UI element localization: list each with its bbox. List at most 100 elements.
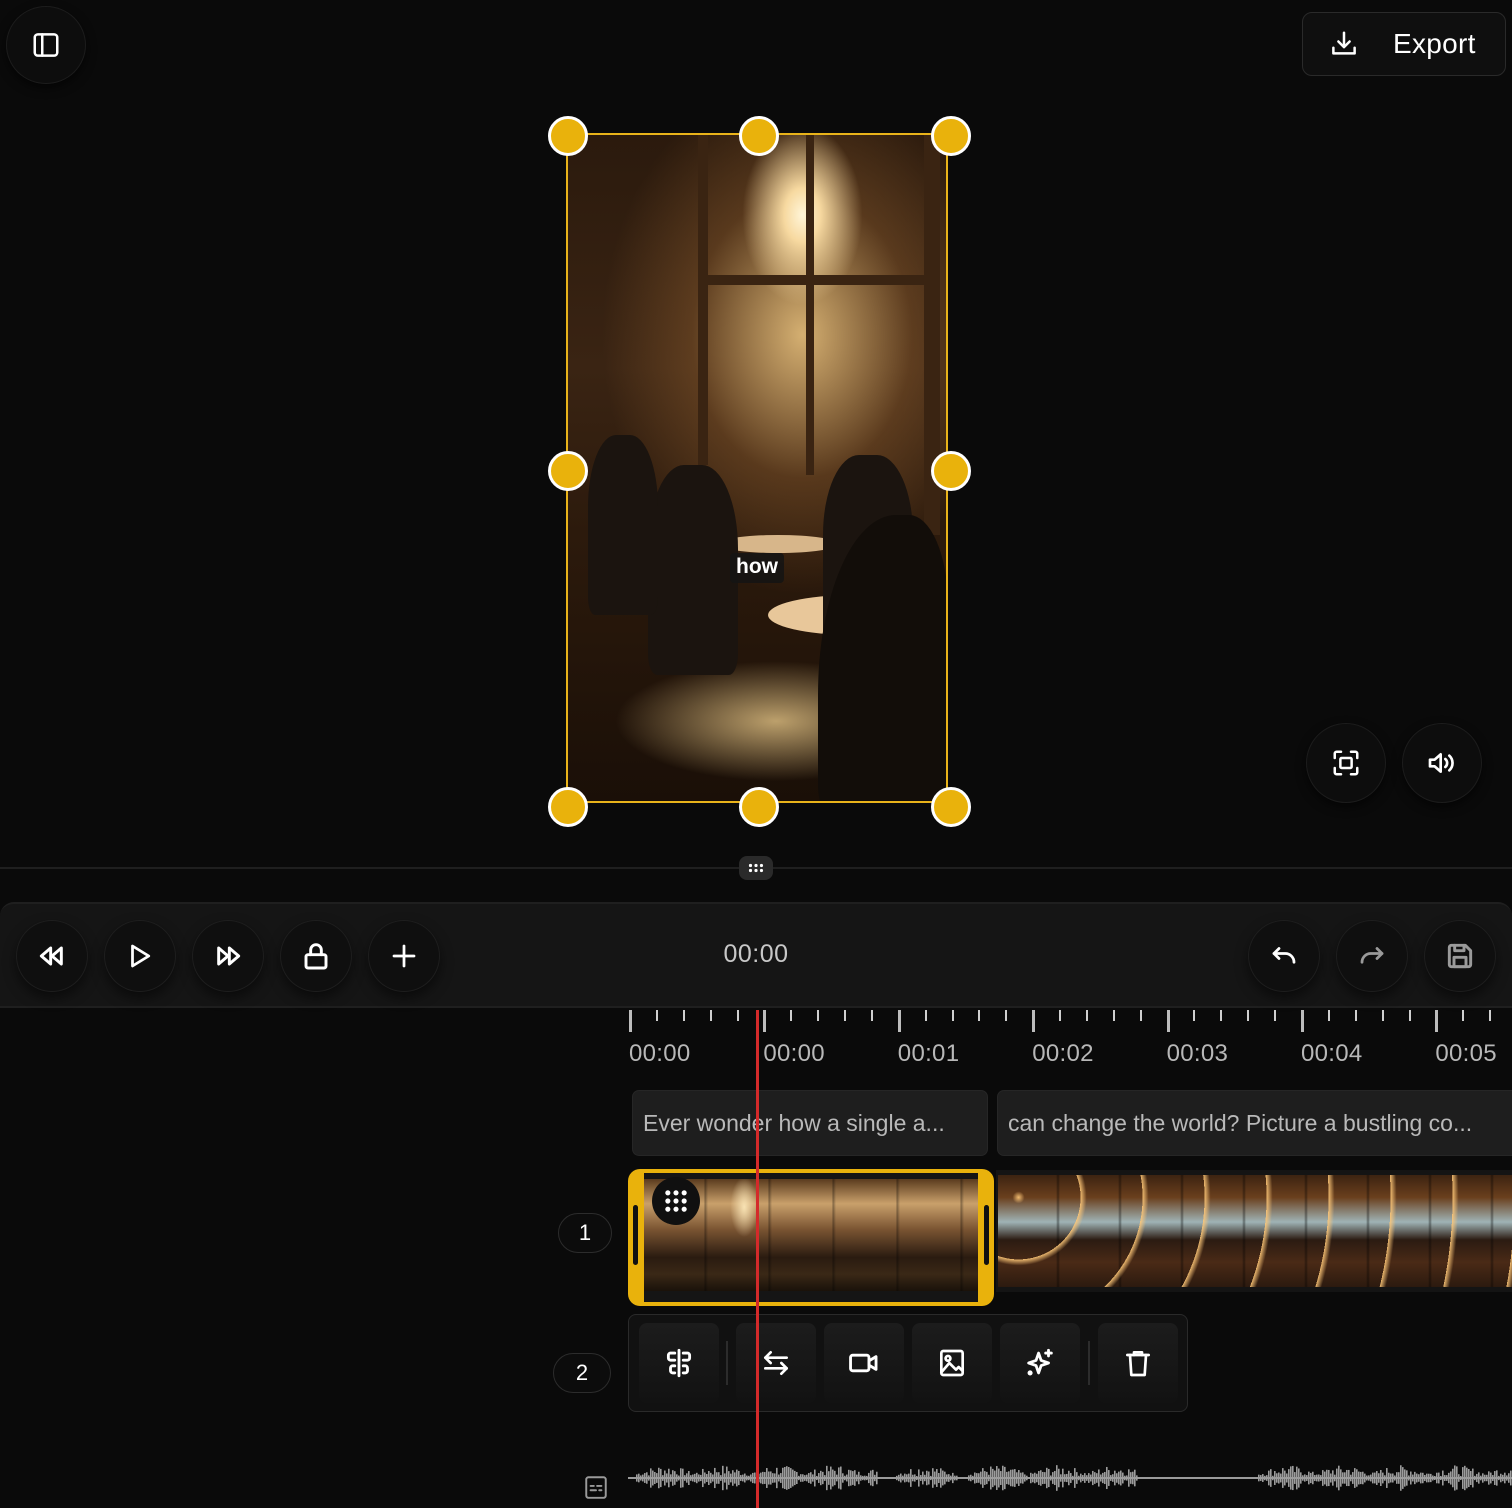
waveform-bar: [1136, 1475, 1138, 1481]
waveform-bar: [716, 1472, 718, 1484]
waveform-bar: [674, 1471, 676, 1485]
waveform-bar: [652, 1470, 654, 1486]
window-mullion: [698, 135, 708, 465]
waveform-bar: [1496, 1470, 1498, 1486]
waveform-bar: [720, 1475, 722, 1481]
waveform-bar: [1458, 1474, 1460, 1482]
ruler-minor-tick: [790, 1010, 793, 1021]
waveform-bar: [1438, 1472, 1440, 1484]
waveform-bar: [704, 1472, 706, 1484]
waveform-bar: [682, 1468, 684, 1488]
caption-overlay[interactable]: how: [730, 553, 784, 583]
waveform-bar: [1072, 1475, 1074, 1481]
split-button[interactable]: [639, 1323, 719, 1403]
volume-button[interactable]: [1402, 723, 1482, 803]
redo-button[interactable]: [1336, 920, 1408, 992]
trim-handle-right[interactable]: [984, 1205, 989, 1265]
waveform-bar: [710, 1472, 712, 1484]
waveform-bar: [846, 1474, 848, 1482]
waveform-bar: [660, 1468, 662, 1488]
waveform-bar: [1334, 1474, 1336, 1482]
waveform-bar: [862, 1475, 864, 1481]
video-button[interactable]: [824, 1323, 904, 1403]
caption-clip[interactable]: can change the world? Picture a bustling…: [997, 1090, 1512, 1156]
swap-button[interactable]: [736, 1323, 816, 1403]
waveform-bar: [1410, 1471, 1412, 1485]
export-button[interactable]: Export: [1302, 12, 1506, 76]
delete-button[interactable]: [1098, 1323, 1178, 1403]
resize-handle-top-center[interactable]: [739, 116, 779, 156]
waveform-bar: [774, 1473, 776, 1483]
ruler-minor-tick: [736, 1010, 739, 1021]
waveform-bar: [938, 1473, 940, 1483]
subtitles-track-button[interactable]: [582, 1474, 610, 1505]
waveform-bar: [1092, 1470, 1094, 1486]
waveform-bar: [1454, 1465, 1456, 1491]
resize-handle-bottom-center[interactable]: [739, 787, 779, 827]
audio-waveform[interactable]: [628, 1452, 1512, 1508]
ruler-tick-label: 00:02: [1032, 1040, 1094, 1067]
waveform-bar: [1474, 1475, 1476, 1481]
video-preview[interactable]: how: [566, 133, 948, 803]
waveform-bar: [1408, 1475, 1410, 1481]
waveform-bar: [918, 1469, 920, 1487]
waveform-bar: [1508, 1473, 1510, 1483]
waveform-bar: [1388, 1472, 1390, 1484]
waveform-bar: [848, 1469, 850, 1487]
waveform-bar: [1128, 1469, 1130, 1487]
undo-icon: [1272, 947, 1296, 964]
waveform-bar: [718, 1472, 720, 1484]
waveform-bar: [968, 1475, 970, 1481]
waveform-bar: [1414, 1471, 1416, 1485]
waveform-bar: [676, 1474, 678, 1482]
waveform-bar: [940, 1468, 942, 1488]
waveform-bar: [688, 1471, 690, 1485]
clip-drag-button[interactable]: [652, 1177, 700, 1225]
waveform-bar: [1436, 1472, 1438, 1484]
waveform-bar: [1360, 1471, 1362, 1485]
waveform-bar: [686, 1473, 688, 1483]
playhead[interactable]: [756, 1010, 759, 1508]
resize-handle-middle-right[interactable]: [931, 451, 971, 491]
waveform-bar: [1062, 1468, 1064, 1488]
waveform-bar: [870, 1470, 872, 1486]
waveform-bar: [702, 1468, 704, 1488]
waveform-bar: [816, 1475, 818, 1481]
ruler-minor-tick: [1327, 1010, 1330, 1021]
panel-resize-handle[interactable]: [739, 856, 773, 880]
waveform-bar: [636, 1474, 638, 1482]
image-button[interactable]: [912, 1323, 992, 1403]
resize-handle-top-left[interactable]: [548, 116, 588, 156]
waveform-bar: [1304, 1474, 1306, 1482]
waveform-bar: [1328, 1469, 1330, 1487]
waveform-bar: [908, 1473, 910, 1483]
waveform-bar: [858, 1471, 860, 1485]
waveform-bar: [1008, 1471, 1010, 1485]
resize-handle-middle-left[interactable]: [548, 451, 588, 491]
waveform-bar: [1402, 1467, 1404, 1489]
undo-button[interactable]: [1248, 920, 1320, 992]
ai-magic-button[interactable]: [1000, 1323, 1080, 1403]
waveform-bar: [1118, 1471, 1120, 1485]
timeline-ruler[interactable]: 00:00 00:00 00:01 00:02 00:03 00:04 00:05: [628, 1008, 1512, 1068]
save-button[interactable]: [1424, 920, 1496, 992]
caption-clip[interactable]: Ever wonder how a single a...: [632, 1090, 988, 1156]
waveform-bar: [712, 1474, 714, 1482]
video-clip-selected[interactable]: [628, 1169, 994, 1306]
waveform-bar: [764, 1472, 766, 1484]
waveform-bar: [802, 1474, 804, 1482]
resize-handle-bottom-left[interactable]: [548, 787, 588, 827]
waveform-bar: [1446, 1475, 1448, 1481]
resize-handle-bottom-right[interactable]: [931, 787, 971, 827]
resize-handle-top-right[interactable]: [931, 116, 971, 156]
ruler-minor-tick: [978, 1010, 981, 1021]
waveform-bar: [1466, 1467, 1468, 1489]
trim-handle-left[interactable]: [633, 1205, 638, 1265]
waveform-bar: [790, 1468, 792, 1488]
video-clip[interactable]: [996, 1170, 1512, 1292]
download-icon: [1332, 31, 1356, 55]
ruler-minor-tick: [1462, 1010, 1465, 1021]
sidebar-toggle-button[interactable]: [6, 6, 86, 84]
fit-to-screen-button[interactable]: [1306, 723, 1386, 803]
waveform-bar: [954, 1475, 956, 1481]
